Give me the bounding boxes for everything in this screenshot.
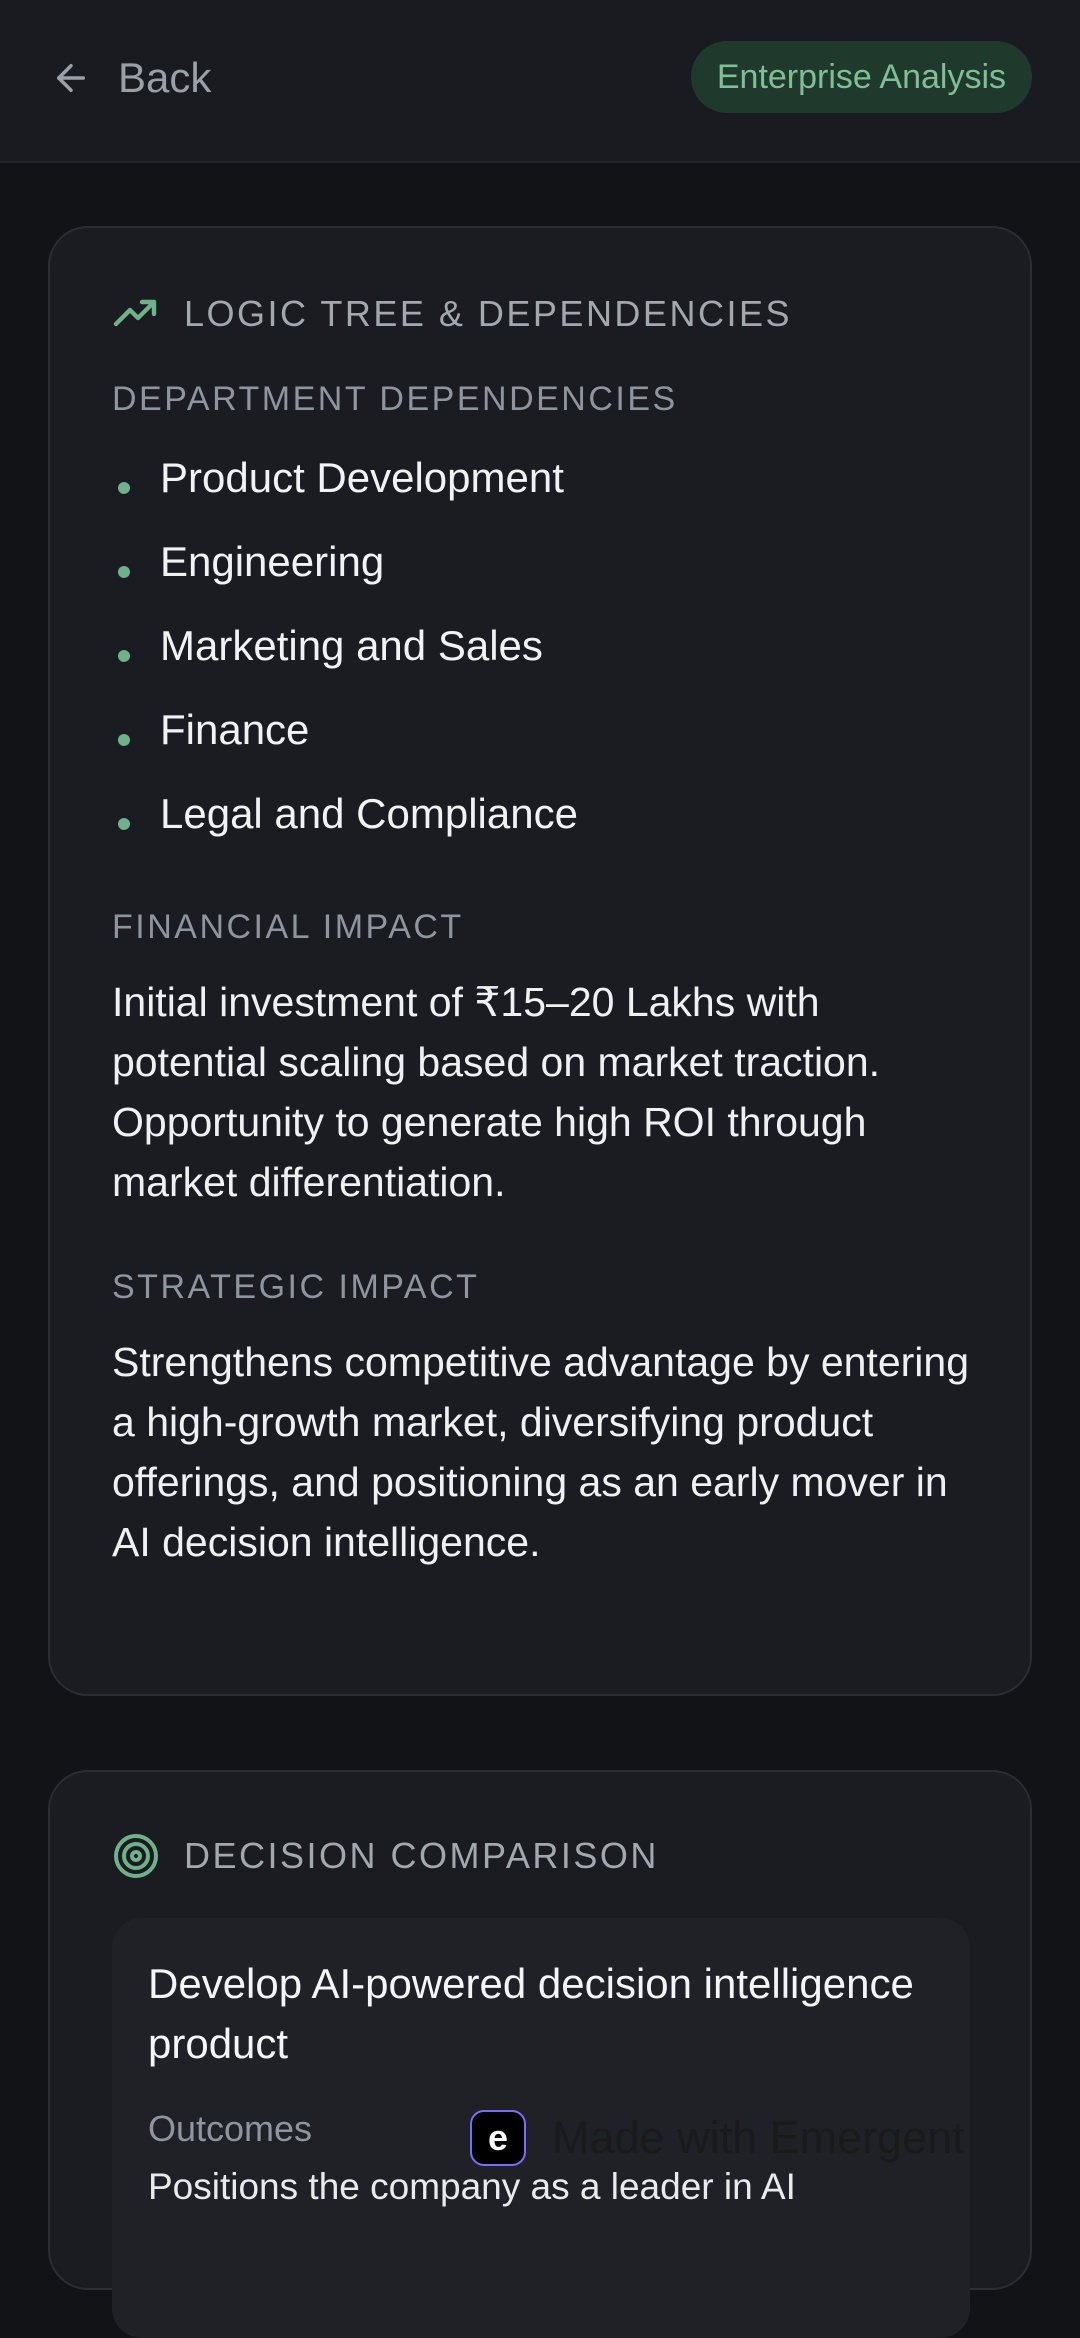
emergent-logo-icon: e — [470, 2110, 526, 2166]
financial-impact-label: FINANCIAL IMPACT — [112, 908, 464, 946]
bullet-dot — [118, 566, 130, 578]
back-button[interactable]: Back — [50, 50, 211, 106]
decision-comparison-card: DECISION COMPARISON Develop AI-powered d… — [48, 1770, 1032, 2338]
analysis-type-badge: Enterprise Analysis — [690, 41, 1032, 113]
target-icon — [114, 1834, 158, 1878]
decision-comparison-title: DECISION COMPARISON — [184, 1835, 659, 1876]
list-item: Finance — [112, 688, 972, 772]
back-label: Back — [118, 54, 212, 101]
department-dependencies-label: DEPARTMENT DEPENDENCIES — [112, 380, 678, 418]
trending-up-icon — [113, 299, 157, 327]
list-item: Legal and Compliance — [112, 772, 972, 856]
arrow-left-icon — [57, 64, 85, 92]
strategic-impact-text: Strengthens competitive advantage by ent… — [112, 1339, 969, 1565]
top-bar: Back Enterprise Analysis — [0, 0, 1080, 163]
bullet-dot — [118, 482, 130, 494]
option-title: Develop AI-powered decision intelligence… — [148, 1960, 914, 2067]
made-with-label: Made with Emergent — [552, 2112, 965, 2163]
bullet-dot — [118, 650, 130, 662]
list-item: Engineering — [112, 520, 972, 604]
outcomes-label: Outcomes — [148, 2108, 313, 2149]
bullet-dot — [118, 734, 130, 746]
logic-tree-heading: LOGIC TREE & DEPENDENCIES — [112, 290, 792, 338]
department-list: Product Development Engineering Marketin… — [112, 436, 972, 856]
logic-tree-card: LOGIC TREE & DEPENDENCIES DEPARTMENT DEP… — [48, 226, 1032, 1696]
logic-tree-title: LOGIC TREE & DEPENDENCIES — [184, 293, 792, 334]
department-name: Marketing and Sales — [160, 622, 543, 669]
decision-comparison-heading: DECISION COMPARISON — [112, 1832, 659, 1880]
made-with-emergent-badge[interactable]: e Made with Emergent — [470, 2110, 965, 2166]
financial-impact-text: Initial investment of ₹15–20 Lakhs with … — [112, 979, 881, 1205]
department-name: Finance — [160, 706, 310, 753]
bullet-dot — [118, 818, 130, 830]
department-name: Engineering — [160, 538, 385, 585]
department-name: Product Development — [160, 454, 564, 501]
list-item: Product Development — [112, 436, 972, 520]
outcomes-text: Positions the company as a leader in AI — [148, 2166, 796, 2207]
list-item: Marketing and Sales — [112, 604, 972, 688]
strategic-impact-label: STRATEGIC IMPACT — [112, 1268, 480, 1306]
department-name: Legal and Compliance — [160, 790, 578, 837]
